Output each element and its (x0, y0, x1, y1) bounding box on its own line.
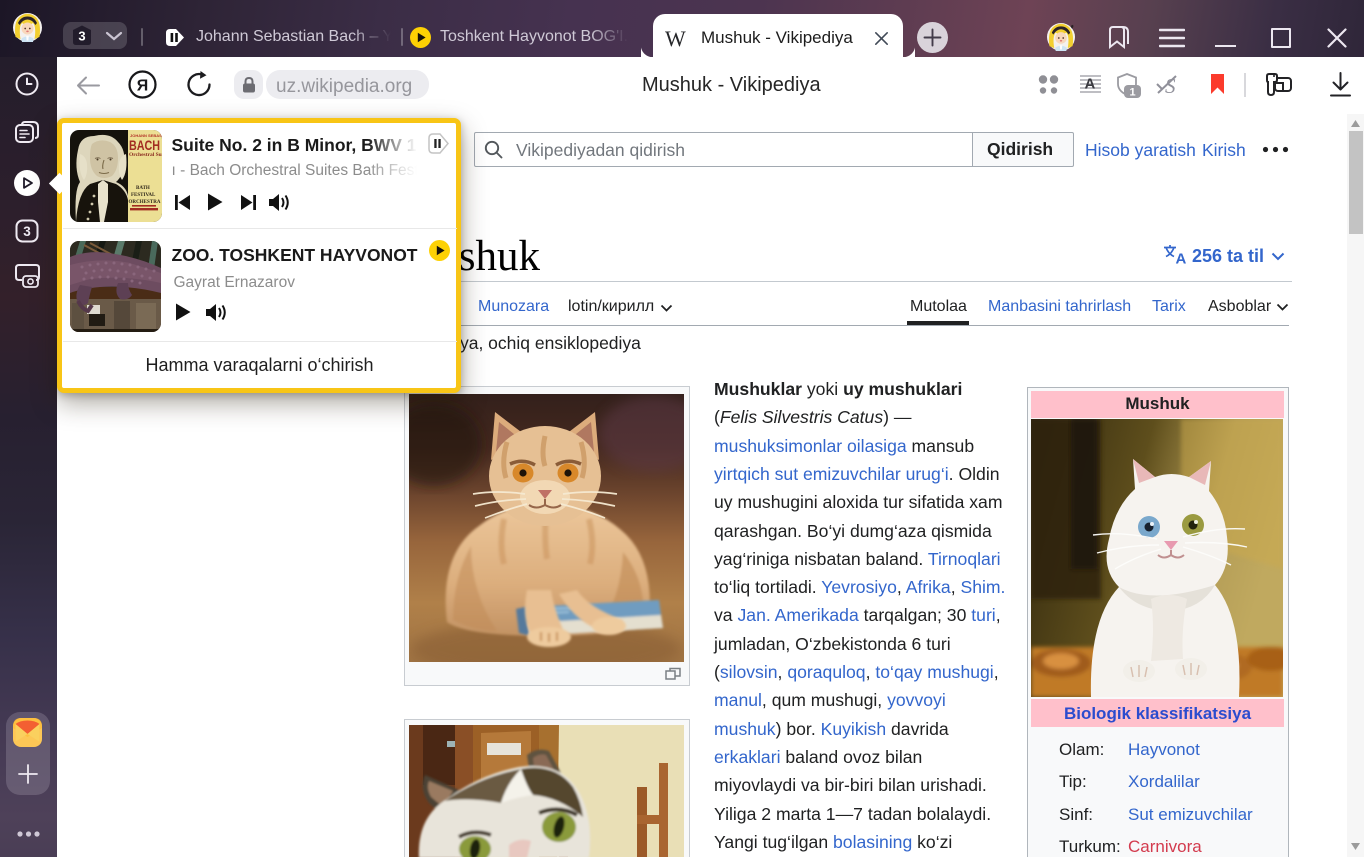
svg-text:Orchestral Suites: Orchestral Suites (129, 152, 162, 158)
svg-text:1: 1 (1129, 86, 1135, 98)
svg-text:BACH: BACH (129, 138, 160, 153)
svg-text:A: A (1085, 76, 1096, 93)
svg-text:ORCHESTRA: ORCHESTRA (129, 200, 161, 205)
svg-text:3: 3 (78, 29, 85, 44)
svg-text:A: A (1176, 251, 1187, 266)
svg-text:FESTIVAL: FESTIVAL (131, 193, 156, 198)
svg-text:BATH: BATH (136, 186, 150, 191)
svg-text:Я: Я (137, 78, 149, 95)
